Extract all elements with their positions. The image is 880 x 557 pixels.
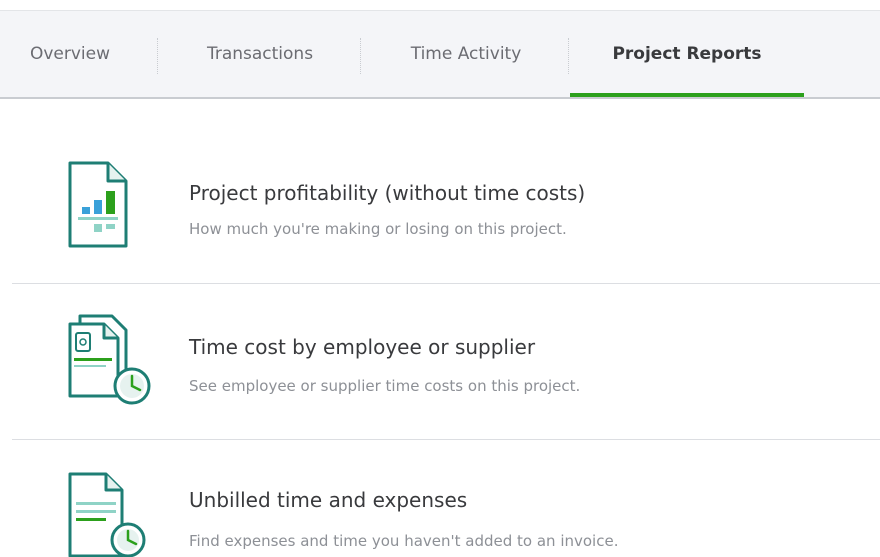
tab-separator <box>568 38 569 74</box>
tab-time-activity[interactable]: Time Activity <box>376 11 556 97</box>
report-title[interactable]: Time cost by employee or supplier <box>189 335 535 359</box>
report-description: Find expenses and time you haven't added… <box>189 532 619 550</box>
tab-bar-baseline <box>0 97 880 99</box>
bar-chart-document-icon <box>68 161 128 248</box>
tab-transactions[interactable]: Transactions <box>170 11 350 97</box>
report-description: See employee or supplier time costs on t… <box>189 377 581 395</box>
report-description: How much you're making or losing on this… <box>189 220 567 238</box>
tab-separator <box>157 38 158 74</box>
active-tab-indicator <box>570 93 804 97</box>
tab-overview[interactable]: Overview <box>14 11 126 97</box>
tab-separator <box>360 38 361 74</box>
document-clock-icon <box>68 472 146 557</box>
report-title[interactable]: Unbilled time and expenses <box>189 488 467 512</box>
tab-project-reports[interactable]: Project Reports <box>580 11 794 97</box>
documents-clock-icon <box>68 314 151 405</box>
report-title[interactable]: Project profitability (without time cost… <box>189 181 585 205</box>
